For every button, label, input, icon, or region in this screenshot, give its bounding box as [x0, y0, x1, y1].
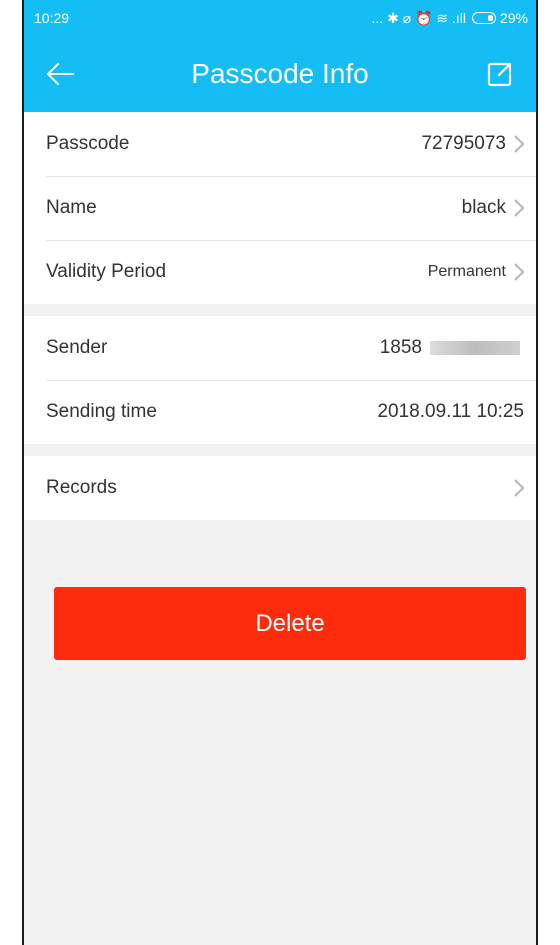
page-title: Passcode Info — [191, 58, 369, 89]
validity-period-row[interactable]: Validity Period Permanent — [24, 240, 536, 304]
name-row[interactable]: Name black — [24, 176, 536, 240]
redacted-block — [430, 341, 520, 355]
status-icons: ... ✱ ⌀ ⏰ ≋ .ıll 29% — [372, 10, 528, 27]
status-indicator-icons: ... ✱ ⌀ ⏰ ≋ .ıll — [371, 9, 466, 26]
chevron-right-icon — [514, 263, 525, 281]
passcode-details-card: Passcode 72795073 Name black Validity Pe… — [24, 112, 536, 304]
validity-period-value: Permanent — [427, 263, 506, 280]
sender-details-card: Sender 1858 Sending time 2018.09.11 10:2… — [24, 316, 536, 444]
share-button[interactable] — [482, 56, 518, 92]
sender-row: Sender 1858 — [24, 316, 536, 380]
back-arrow-icon — [47, 63, 74, 85]
delete-button[interactable]: Delete — [54, 587, 526, 660]
records-row[interactable]: Records — [24, 456, 536, 520]
chevron-right-icon — [514, 135, 525, 153]
back-button[interactable] — [42, 56, 78, 92]
status-bar: 10:29 ... ✱ ⌀ ⏰ ≋ .ıll 29% — [24, 0, 536, 36]
status-time: 10:29 — [34, 10, 70, 26]
battery-indicator: 29% — [471, 10, 528, 26]
app-bar: Passcode Info — [24, 36, 536, 112]
sending-time-row: Sending time 2018.09.11 10:25 — [24, 380, 536, 444]
chevron-right-icon — [514, 199, 525, 217]
external-link-icon — [487, 62, 512, 87]
sender-label: Sender — [46, 337, 108, 358]
sender-value: 1858 — [379, 337, 422, 358]
battery-level: 29% — [499, 10, 528, 26]
sending-time-value: 2018.09.11 10:25 — [377, 401, 524, 422]
sending-time-label: Sending time — [46, 401, 157, 422]
validity-period-label: Validity Period — [46, 261, 167, 282]
records-card: Records — [24, 456, 536, 520]
passcode-label: Passcode — [46, 133, 130, 154]
chevron-right-icon — [514, 479, 525, 497]
name-value: black — [461, 197, 506, 218]
name-label: Name — [46, 197, 97, 218]
passcode-row[interactable]: Passcode 72795073 — [24, 112, 536, 176]
section-divider — [24, 444, 536, 456]
battery-icon — [471, 12, 496, 24]
section-divider — [24, 304, 536, 316]
records-label: Records — [46, 477, 117, 498]
phone-screen: 10:29 ... ✱ ⌀ ⏰ ≋ .ıll 29% Passcode Info… — [22, 0, 538, 945]
passcode-value: 72795073 — [421, 133, 506, 154]
